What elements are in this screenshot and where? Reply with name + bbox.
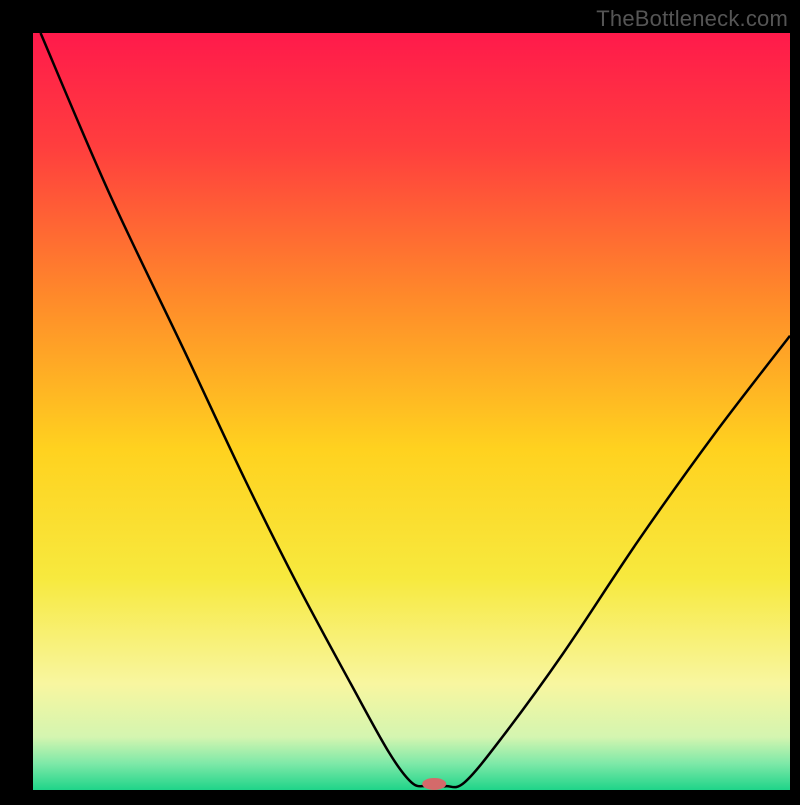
bottleneck-chart: TheBottleneck.com xyxy=(0,0,800,800)
chart-svg xyxy=(0,0,800,800)
chart-background xyxy=(33,33,790,790)
watermark-text: TheBottleneck.com xyxy=(596,6,788,32)
optimal-marker xyxy=(422,778,446,790)
